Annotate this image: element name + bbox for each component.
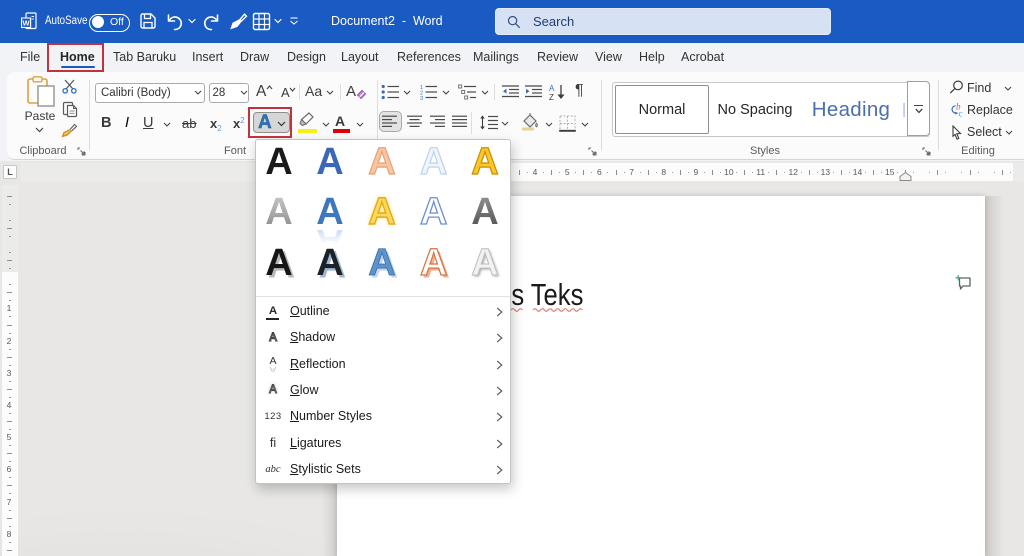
svg-text:Z: Z [549,93,554,101]
svg-text:c: c [959,109,963,119]
svg-text:A: A [549,84,555,93]
svg-text:W: W [23,19,31,28]
svg-text:3: 3 [420,96,423,100]
